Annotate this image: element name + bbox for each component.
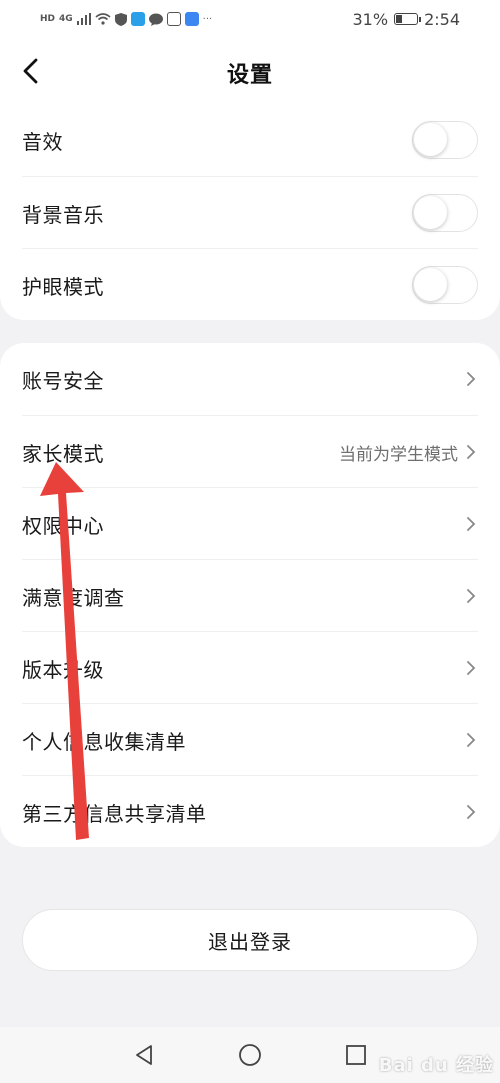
watermark: Bai du 经验: [378, 1055, 494, 1076]
chevron-right-icon: [464, 445, 478, 459]
chevron-right-icon: [464, 805, 478, 819]
toggle-label: 背景音乐: [22, 202, 104, 227]
chevron-right-icon: [464, 589, 478, 603]
signal-label: 4G: [59, 14, 73, 24]
chevron-right-icon: [464, 733, 478, 747]
toggle-label: 音效: [22, 129, 63, 154]
header: 设置: [0, 38, 500, 104]
menu-card: 账号安全 家长模式 当前为学生模式 权限中心 满意度调查 版本升级 个人信息收集…: [0, 343, 500, 847]
circle-home-icon: [239, 1044, 261, 1066]
menu-item-label: 版本升级: [22, 657, 104, 682]
battery-icon: [394, 13, 422, 25]
toggle-settings-card: 音效 背景音乐 护眼模式: [0, 104, 500, 320]
nav-back-button[interactable]: [130, 1041, 158, 1069]
toggle-row-sound: 音效: [22, 104, 478, 176]
battery-percent: 31%: [352, 9, 389, 29]
chevron-right-icon: [464, 517, 478, 531]
status-bar: HD 4G ··· 31% 2:54: [0, 0, 500, 38]
chat-icon: [148, 13, 163, 26]
battery-fill: [396, 15, 402, 23]
menu-item-version-upgrade[interactable]: 版本升级: [22, 631, 478, 704]
network-label: HD: [40, 14, 56, 24]
chevron-right-icon: [464, 661, 478, 675]
cloud-app-icon: [184, 12, 199, 26]
overflow-dots: ···: [202, 13, 213, 25]
menu-item-third-party-sharing-list[interactable]: 第三方信息共享清单: [22, 775, 478, 848]
status-left: HD 4G ···: [40, 8, 212, 30]
nav-home-button[interactable]: [236, 1041, 264, 1069]
eye-care-toggle[interactable]: [412, 266, 478, 304]
app-icon: [166, 12, 181, 26]
toggle-knob: [414, 268, 447, 301]
menu-item-satisfaction-survey[interactable]: 满意度调查: [22, 559, 478, 632]
status-right: 31% 2:54: [353, 8, 461, 30]
menu-item-parent-mode[interactable]: 家长模式 当前为学生模式: [22, 415, 478, 488]
toggle-row-bgm: 背景音乐: [22, 176, 478, 249]
sound-toggle[interactable]: [412, 121, 478, 159]
menu-item-account-security[interactable]: 账号安全: [22, 343, 478, 415]
toggle-row-eye-care: 护眼模式: [22, 248, 478, 321]
menu-item-label: 家长模式: [22, 441, 104, 466]
toggle-knob: [414, 123, 447, 156]
clock: 2:54: [424, 9, 460, 29]
menu-item-permission-center[interactable]: 权限中心: [22, 487, 478, 560]
page-title: 设置: [226, 63, 273, 88]
background-music-toggle[interactable]: [412, 194, 478, 232]
toggle-knob: [414, 196, 447, 229]
logout-button[interactable]: 退出登录: [22, 909, 478, 971]
search-app-icon: [130, 12, 145, 26]
menu-item-label: 权限中心: [22, 513, 104, 538]
square-recents-icon: [346, 1045, 366, 1065]
toggle-label: 护眼模式: [22, 274, 104, 299]
menu-item-label: 个人信息收集清单: [22, 729, 186, 754]
chevron-right-icon: [464, 372, 478, 386]
shield-icon: [114, 12, 127, 26]
wifi-icon: [95, 13, 111, 25]
menu-item-personal-info-list[interactable]: 个人信息收集清单: [22, 703, 478, 776]
signal-icon: [76, 13, 91, 25]
menu-item-label: 账号安全: [22, 368, 104, 393]
nav-recents-button[interactable]: [342, 1041, 370, 1069]
triangle-back-icon: [136, 1045, 152, 1065]
menu-item-label: 第三方信息共享清单: [22, 801, 207, 826]
menu-item-label: 满意度调查: [22, 585, 125, 610]
menu-item-value: 当前为学生模式: [339, 444, 458, 465]
